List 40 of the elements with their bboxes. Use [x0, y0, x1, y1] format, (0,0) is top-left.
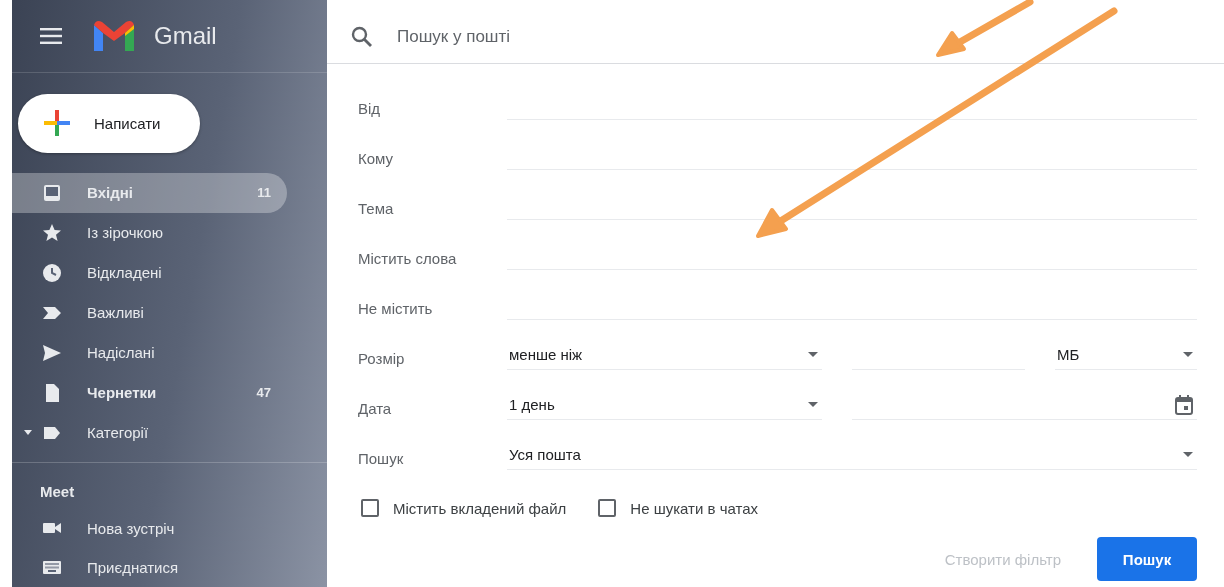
clock-icon	[42, 262, 62, 283]
plus-icon	[42, 108, 72, 139]
menu-icon[interactable]	[40, 28, 62, 45]
sidebar-item[interactable]: Із зірочкою	[12, 212, 287, 253]
checkbox-label: Містить вкладений файл	[393, 499, 567, 517]
send-icon	[42, 342, 62, 363]
compose-button[interactable]: Написати	[18, 94, 200, 153]
search-button[interactable]: Пошук	[1097, 537, 1197, 581]
dropdown[interactable]: менше ніж	[507, 344, 822, 370]
field-label: Пошук	[358, 448, 405, 467]
app-name: Gmail	[154, 22, 217, 51]
section-title: Meet	[39, 481, 76, 502]
sidebar-item[interactable]: Важливі	[12, 292, 287, 333]
field-label: Дата	[358, 398, 393, 417]
checkbox[interactable]	[361, 499, 379, 517]
logo-icon	[92, 19, 136, 54]
sidebar-item[interactable]: Категорії	[12, 412, 287, 453]
field-label: Містить слова	[358, 248, 458, 267]
dropdown[interactable]: 1 день	[507, 394, 822, 420]
dropdown[interactable]: МБ	[1055, 344, 1197, 370]
star-icon	[42, 222, 62, 243]
sidebar-item[interactable]: Вхідні 11	[12, 172, 287, 213]
field-label: Від	[358, 98, 382, 117]
sidebar-item[interactable]: Нова зустріч	[12, 508, 287, 548]
search-icon[interactable]	[351, 25, 373, 48]
field-label: Тема	[358, 198, 395, 217]
calendar-icon[interactable]	[1175, 394, 1193, 415]
sidebar-item[interactable]: Чернетки 47	[12, 372, 287, 413]
field-label: Розмір	[358, 348, 406, 367]
caret-icon[interactable]	[24, 429, 32, 436]
checkbox[interactable]	[598, 499, 617, 517]
sidebar-item[interactable]: Відкладені	[12, 252, 287, 293]
sidebar-item[interactable]: Надіслані	[12, 332, 287, 373]
date-field[interactable]	[852, 394, 1197, 420]
field-label: Не містить	[358, 298, 434, 317]
field-label: Кому	[358, 148, 395, 167]
checkbox-label: Не шукати в чатах	[630, 499, 759, 517]
sidebar-item[interactable]: Приєднатися	[12, 547, 287, 587]
inbox-icon	[42, 182, 62, 203]
dropdown[interactable]: Уся пошта	[507, 444, 1197, 470]
